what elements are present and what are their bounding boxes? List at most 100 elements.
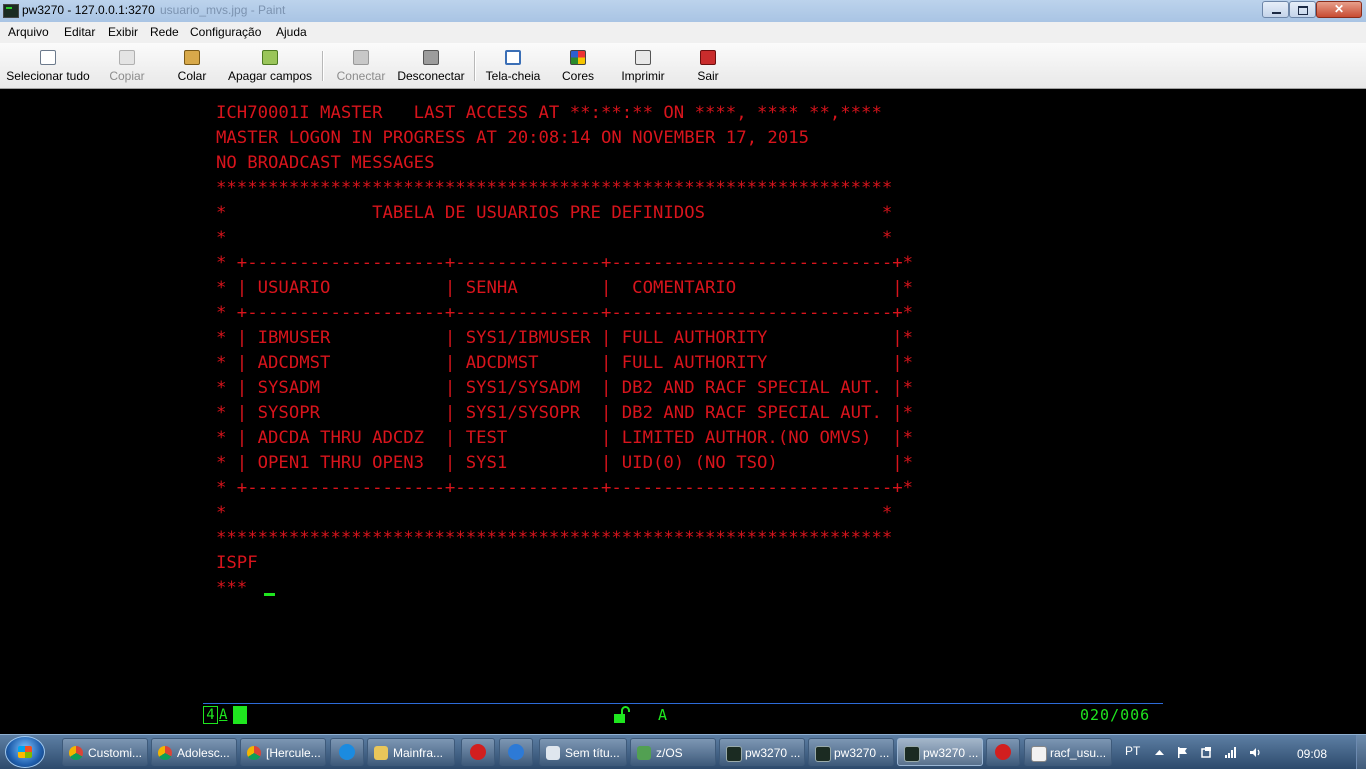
terminal-line: NO BROADCAST MESSAGES — [216, 153, 435, 173]
chrome-icon — [247, 746, 261, 760]
taskbar-item-app-blue[interactable] — [499, 738, 533, 766]
show-desktop-button[interactable] — [1356, 735, 1366, 769]
exit-icon — [700, 50, 716, 65]
taskbar-item-pw3270-1[interactable]: pw3270 ... — [719, 738, 805, 766]
volume-icon[interactable] — [1250, 747, 1261, 758]
terminal-line: * | SYSOPR | SYS1/SYSOPR | DB2 AND RACF … — [216, 403, 914, 423]
text-cursor — [264, 593, 275, 596]
colors-button[interactable]: Cores — [560, 43, 596, 87]
menu-configuracao[interactable]: Configuração — [190, 25, 261, 39]
spreadsheet-icon — [637, 746, 651, 760]
terminal-line: ISPF — [216, 553, 258, 573]
status-block-indicator — [233, 706, 247, 724]
background-window-title: usuario_mvs.jpg - Paint — [160, 3, 286, 17]
copy-button[interactable]: Copiar — [105, 43, 149, 87]
taskbar-item-app-red[interactable] — [461, 738, 495, 766]
minimize-button[interactable] — [1262, 1, 1289, 18]
terminal-line: * | ADCDMST | ADCDMST | FULL AUTHORITY |… — [216, 353, 914, 373]
taskbar-item-pw3270-2[interactable]: pw3270 ... — [808, 738, 894, 766]
taskbar-item-chrome-1[interactable]: Customi... — [62, 738, 148, 766]
language-indicator[interactable]: PT — [1125, 744, 1140, 758]
close-button[interactable] — [1316, 1, 1362, 18]
device-icon[interactable] — [1201, 747, 1212, 758]
terminal-line: * * — [216, 228, 893, 248]
menu-rede[interactable]: Rede — [150, 25, 179, 39]
taskbar-item-chrome-2[interactable]: Adolesc... — [151, 738, 237, 766]
taskbar-item-ie[interactable] — [330, 738, 364, 766]
terminal-line: * +-------------------+--------------+--… — [216, 253, 914, 273]
clear-fields-button[interactable]: Apagar campos — [226, 43, 314, 87]
terminal-line: * | ADCDA THRU ADCDZ | TEST | LIMITED AU… — [216, 428, 914, 448]
menu-arquivo[interactable]: Arquivo — [8, 25, 49, 39]
fullscreen-button[interactable]: Tela-cheia — [484, 43, 542, 87]
notepad-icon — [546, 746, 560, 760]
taskbar-item-pw3270-active[interactable]: pw3270 ... — [897, 738, 983, 766]
document-icon — [40, 50, 56, 65]
terminal-line: ****************************************… — [216, 528, 893, 548]
app-icon — [508, 744, 524, 760]
app-icon — [995, 744, 1011, 760]
print-button[interactable]: Imprimir — [617, 43, 669, 87]
folder-icon — [374, 746, 388, 760]
terminal-line: * +-------------------+--------------+--… — [216, 478, 914, 498]
status-insert-indicator: A — [658, 706, 668, 724]
taskbar-item-explorer[interactable]: Mainfra... — [367, 738, 455, 766]
terminal-app-icon — [904, 746, 920, 762]
exit-button[interactable]: Sair — [694, 43, 722, 87]
terminal-line: * * — [216, 503, 893, 523]
taskbar-item-app[interactable] — [986, 738, 1020, 766]
terminal-line: ****************************************… — [216, 178, 893, 198]
menu-editar[interactable]: Editar — [64, 25, 95, 39]
paint-icon — [1031, 746, 1047, 762]
terminal-line: * TABELA DE USUARIOS PRE DEFINIDOS * — [216, 203, 893, 223]
menu-ajuda[interactable]: Ajuda — [276, 25, 307, 39]
terminal-line: * | IBMUSER | SYS1/IBMUSER | FULL AUTHOR… — [216, 328, 914, 348]
window-title: pw3270 - 127.0.0.1:3270 — [22, 3, 155, 17]
menu-bar: Arquivo Editar Exibir Rede Configuração … — [0, 22, 1366, 43]
network-signal-icon[interactable] — [1225, 747, 1236, 758]
terminal-line: * | OPEN1 THRU OPEN3 | SYS1 | UID(0) (NO… — [216, 453, 914, 473]
palette-icon — [570, 50, 586, 65]
paste-button[interactable]: Colar — [172, 43, 212, 87]
eraser-icon — [262, 50, 278, 65]
taskbar: Customi... Adolesc... [Hercule... Mainfr… — [0, 734, 1366, 769]
taskbar-item-paint[interactable]: racf_usu... — [1024, 738, 1112, 766]
chrome-icon — [69, 746, 83, 760]
taskbar-item-chrome-3[interactable]: [Hercule... — [240, 738, 326, 766]
taskbar-item-notepad[interactable]: Sem títu... — [539, 738, 627, 766]
app-icon — [470, 744, 486, 760]
toolbar-separator — [474, 51, 476, 81]
terminal-app-icon — [726, 746, 742, 762]
start-button[interactable] — [5, 736, 45, 768]
terminal-line: ICH70001I MASTER LAST ACCESS AT **:**:**… — [216, 103, 882, 123]
terminal-line: * | USUARIO | SENHA | COMENTARIO |* — [216, 278, 914, 298]
taskbar-clock[interactable]: 09:08 — [1297, 747, 1327, 761]
menu-exibir[interactable]: Exibir — [108, 25, 138, 39]
select-all-button[interactable]: Selecionar tudo — [5, 43, 91, 87]
status-box-indicator: 4 — [203, 706, 218, 724]
terminal-line: * +-------------------+--------------+--… — [216, 303, 914, 323]
terminal-text[interactable]: ICH70001I MASTER LAST ACCESS AT **:**:**… — [216, 101, 913, 601]
status-divider — [203, 703, 1163, 704]
terminal-screen[interactable]: ICH70001I MASTER LAST ACCESS AT **:**:**… — [0, 89, 1366, 734]
fullscreen-icon — [505, 50, 521, 65]
connect-button[interactable]: Conectar — [334, 43, 388, 87]
terminal-line: MASTER LOGON IN PROGRESS AT 20:08:14 ON … — [216, 128, 810, 148]
terminal-line: * | SYSADM | SYS1/SYSADM | DB2 AND RACF … — [216, 378, 914, 398]
plug-icon — [353, 50, 369, 65]
title-bar: pw3270 - 127.0.0.1:3270 usuario_mvs.jpg … — [0, 0, 1366, 23]
printer-icon — [635, 50, 651, 65]
internet-explorer-icon — [339, 744, 355, 760]
disconnect-button[interactable]: Desconectar — [396, 43, 466, 87]
flag-icon[interactable] — [1177, 747, 1188, 758]
clipboard-icon — [184, 50, 200, 65]
terminal-app-icon — [3, 4, 19, 18]
taskbar-item-zos[interactable]: z/OS — [630, 738, 716, 766]
terminal-line: *** — [216, 578, 248, 598]
tray-expand-icon[interactable] — [1154, 747, 1165, 758]
toolbar-separator — [322, 51, 324, 81]
cursor-position: 020/006 — [1080, 706, 1151, 724]
copy-icon — [119, 50, 135, 65]
restore-button[interactable] — [1289, 1, 1316, 18]
status-mode-indicator: A — [219, 707, 228, 723]
